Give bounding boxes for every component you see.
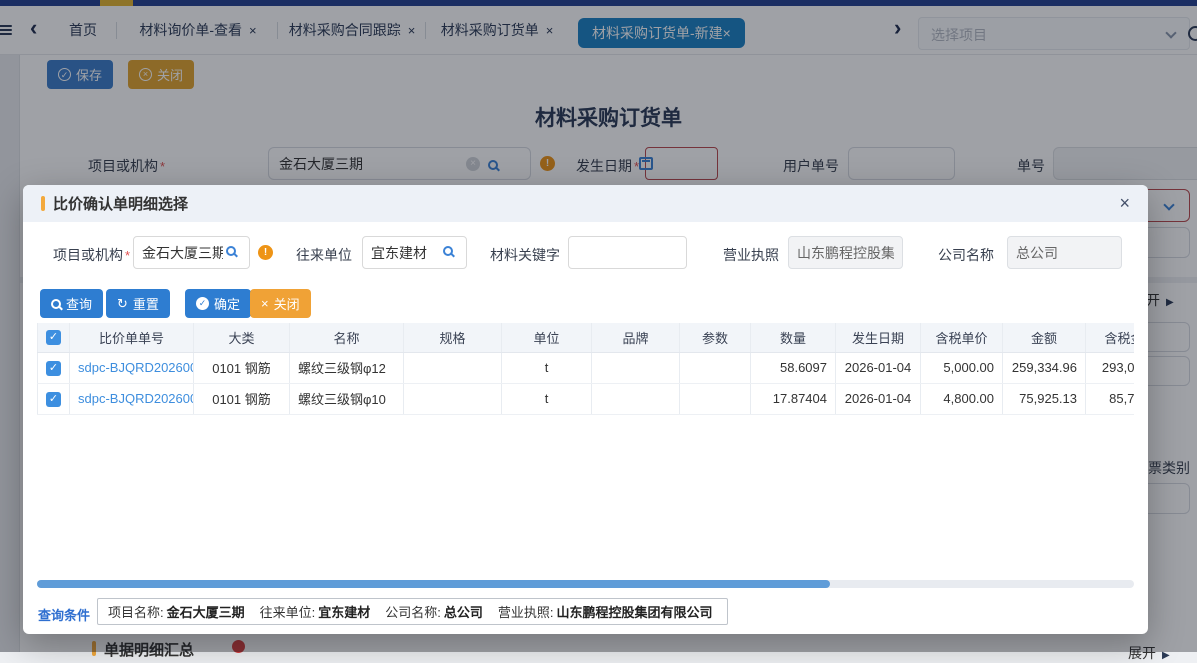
horizontal-scrollbar-thumb[interactable]: [37, 580, 830, 588]
col-header: 单位: [502, 323, 592, 352]
col-header: 数量: [751, 323, 836, 352]
table-row[interactable]: sdpc-BJQRD20260000 0101 钢筋 螺纹三级钢φ12 t 58…: [38, 352, 1135, 383]
compare-doc-link[interactable]: sdpc-BJQRD20260000: [78, 360, 194, 375]
modal-vendor-label: 往来单位: [296, 245, 352, 265]
modal-company-input[interactable]: [1007, 236, 1122, 269]
modal-company-label: 公司名称: [938, 245, 994, 265]
row-checkbox[interactable]: [46, 361, 61, 376]
table-header-row: 比价单单号 大类 名称 规格 单位 品牌 参数 数量 发生日期 含税单价 金额 …: [38, 323, 1135, 352]
modal-title: 比价确认单明细选择: [53, 193, 188, 214]
col-header: 参数: [680, 323, 751, 352]
col-header: 含税单价: [921, 323, 1003, 352]
col-header: 含税金额: [1086, 323, 1135, 352]
col-header: 大类: [194, 323, 290, 352]
search-icon: [51, 299, 61, 309]
horizontal-scrollbar-track[interactable]: [37, 580, 1134, 588]
modal-org-label: 项目或机构: [53, 245, 130, 265]
summary-item: 营业执照:山东鹏程控股集团有限公司: [498, 602, 713, 622]
refresh-icon: [117, 296, 128, 312]
summary-item: 公司名称:总公司: [385, 602, 483, 622]
compare-doc-link[interactable]: sdpc-BJQRD20260000: [78, 391, 194, 406]
check-circle-icon: [196, 297, 209, 310]
close-modal-button[interactable]: 关闭: [250, 289, 311, 318]
section-marker: [41, 196, 45, 211]
modal-license-input[interactable]: [788, 236, 903, 269]
col-header: 金额: [1003, 323, 1086, 352]
col-header: 比价单单号: [70, 323, 194, 352]
result-table: 比价单单号 大类 名称 规格 单位 品牌 参数 数量 发生日期 含税单价 金额 …: [37, 323, 1134, 415]
query-condition-summary: 项目名称:金石大厦三期 往来单位:宜东建材 公司名称:总公司 营业执照:山东鹏程…: [97, 598, 728, 625]
table-row[interactable]: sdpc-BJQRD20260000 0101 钢筋 螺纹三级钢φ10 t 17…: [38, 383, 1135, 414]
search-icon[interactable]: [226, 246, 236, 256]
modal-keyword-label: 材料关键字: [490, 245, 560, 265]
col-header: 名称: [290, 323, 404, 352]
col-header: 规格: [404, 323, 502, 352]
modal-license-label: 营业执照: [723, 245, 779, 265]
compare-confirm-select-modal: 比价确认单明细选择 × 项目或机构 往来单位 材料关键字 营业执照 公司名称 查…: [23, 185, 1148, 634]
reset-button[interactable]: 重置: [106, 289, 170, 318]
query-condition-label: 查询条件: [38, 605, 90, 624]
confirm-button[interactable]: 确定: [185, 289, 251, 318]
row-checkbox[interactable]: [46, 392, 61, 407]
modal-close-icon[interactable]: ×: [1119, 193, 1130, 214]
query-button[interactable]: 查询: [40, 289, 103, 318]
col-header: 品牌: [592, 323, 680, 352]
x-icon: [261, 296, 269, 311]
modal-header: 比价确认单明细选择 ×: [23, 185, 1148, 222]
select-all-cell: [38, 323, 70, 352]
select-all-checkbox[interactable]: [46, 330, 61, 345]
search-icon[interactable]: [443, 246, 453, 256]
summary-item: 项目名称:金石大厦三期: [108, 602, 245, 622]
summary-item: 往来单位:宜东建材: [260, 602, 371, 622]
col-header: 发生日期: [836, 323, 921, 352]
modal-keyword-input[interactable]: [568, 236, 687, 269]
info-icon: [258, 245, 273, 260]
